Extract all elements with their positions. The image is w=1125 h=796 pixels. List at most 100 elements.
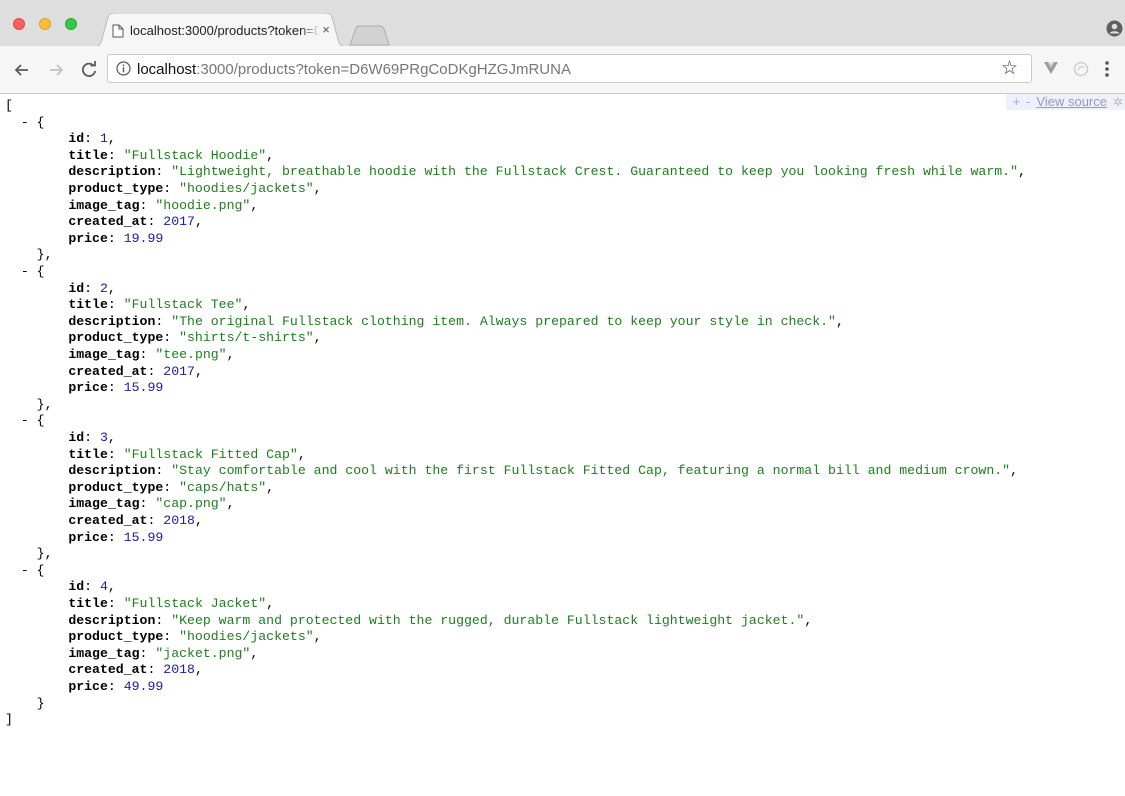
json-key: id (68, 131, 85, 147)
array-open-bracket: [ (5, 98, 13, 113)
forward-button[interactable] (46, 60, 66, 80)
json-value: 4 (99, 579, 108, 595)
collapse-all-button[interactable]: - (1026, 94, 1030, 109)
comma: , (194, 363, 203, 379)
json-value: "The original Fullstack clothing item. A… (171, 313, 836, 329)
colon: : (84, 131, 100, 147)
close-window-button[interactable] (13, 18, 25, 30)
collapse-toggle[interactable]: - (21, 115, 29, 130)
comma: , (1017, 164, 1026, 180)
comma: , (313, 330, 322, 346)
object-close-line: }, (5, 246, 53, 263)
json-key: id (68, 579, 85, 595)
json-value: "Fullstack Jacket" (123, 596, 267, 611)
object-open-brace: { (36, 264, 45, 279)
collapse-toggle[interactable]: - (21, 563, 29, 578)
comma: , (107, 131, 116, 147)
json-key: price (68, 230, 108, 246)
comma: , (194, 214, 203, 230)
json-key: product_type (68, 629, 164, 645)
colon: : (139, 496, 156, 512)
collapse-toggle[interactable]: - (21, 413, 29, 428)
json-value: 15.99 (123, 380, 164, 396)
json-key: price (68, 380, 108, 396)
json-value: 2 (99, 280, 108, 296)
json-field-line: price: 15.99 (5, 529, 163, 546)
comma: , (194, 513, 203, 528)
extension-icon[interactable] (1073, 61, 1089, 77)
reload-button[interactable] (79, 60, 99, 80)
colon: : (139, 347, 156, 362)
json-field-line: title: "Fullstack Jacket", (5, 595, 274, 612)
colon: : (107, 230, 124, 246)
json-field-line: title: "Fullstack Hoodie", (5, 147, 274, 164)
active-tab[interactable]: localhost:3000/products?token=D6W69PRgCo… (92, 13, 348, 47)
colon: : (147, 662, 164, 678)
json-field-line: created_at: 2017, (5, 363, 203, 380)
json-key: price (68, 679, 108, 694)
json-value: "hoodies/jackets" (179, 181, 314, 196)
url-text[interactable]: localhost:3000/products?token=D6W69PRgCo… (137, 61, 571, 78)
zoom-window-button[interactable] (65, 18, 77, 30)
menu-icon[interactable] (1104, 59, 1110, 79)
comma: , (194, 662, 203, 678)
json-key: image_tag (68, 645, 140, 661)
json-value: 2018 (163, 513, 195, 528)
comma: , (835, 313, 844, 329)
comma: , (107, 430, 116, 445)
json-value: 1 (99, 131, 108, 147)
array-close-bracket: ] (5, 712, 13, 728)
back-button[interactable] (12, 60, 32, 80)
colon: : (163, 629, 180, 645)
json-field-line: image_tag: "tee.png", (5, 346, 234, 363)
json-field-line: image_tag: "cap.png", (5, 495, 234, 512)
minimize-window-button[interactable] (39, 18, 51, 30)
colon: : (163, 181, 180, 196)
json-value: 2017 (163, 363, 195, 379)
colon: : (84, 579, 100, 595)
json-viewer: + - View source ✲ [ - { id: 1, title: "Ful… (0, 94, 1125, 796)
url-path: :3000/products?token=D6W69PRgCoDKgHZGJmR… (196, 61, 571, 78)
viewer-controls: + - View source ✲ (1006, 94, 1125, 110)
comma: , (266, 147, 275, 163)
colon: : (139, 197, 156, 213)
colon: : (155, 612, 172, 628)
json-value: 19.99 (123, 230, 164, 246)
star-icon[interactable]: ☆ (1001, 58, 1018, 79)
collapse-toggle[interactable]: - (21, 264, 29, 279)
object-open-brace: { (36, 562, 45, 578)
colon: : (107, 679, 124, 694)
json-key: product_type (68, 181, 164, 196)
comma: , (266, 596, 275, 611)
json-value: "caps/hats" (179, 479, 267, 495)
comma: , (107, 579, 116, 595)
json-key: title (68, 446, 108, 462)
tab-close-button[interactable]: × (318, 22, 334, 38)
colon: : (107, 446, 124, 462)
object-close-line: }, (5, 396, 53, 413)
view-source-link[interactable]: View source (1036, 94, 1107, 109)
object-close-brace: } (36, 396, 45, 412)
colon: : (107, 596, 124, 611)
colon: : (139, 645, 156, 661)
info-icon[interactable] (116, 61, 131, 76)
object-open-line: - { (5, 263, 45, 280)
json-value: "hoodie.png" (155, 197, 251, 213)
json-key: image_tag (68, 347, 140, 362)
address-bar[interactable]: localhost:3000/products?token=D6W69PRgCo… (107, 54, 1032, 83)
object-open-brace: { (36, 413, 45, 429)
comma: , (44, 396, 53, 412)
json-field-line: id: 2, (5, 280, 116, 297)
json-key: created_at (68, 214, 148, 230)
comma: , (297, 446, 306, 462)
json-value: "tee.png" (155, 347, 227, 362)
json-field-line: created_at: 2018, (5, 512, 203, 529)
json-field-line: description: "The original Fullstack clo… (5, 313, 844, 330)
json-value: "Stay comfortable and cool with the firs… (171, 463, 1011, 479)
gear-icon[interactable]: ✲ (1113, 95, 1123, 109)
tab-title: localhost:3000/products?token=D6W69PRgCo… (130, 23, 320, 38)
expand-all-button[interactable]: + (1012, 94, 1020, 109)
profile-icon[interactable] (1106, 20, 1123, 37)
vue-devtools-icon[interactable] (1043, 61, 1059, 76)
new-tab-button[interactable] (348, 25, 390, 46)
